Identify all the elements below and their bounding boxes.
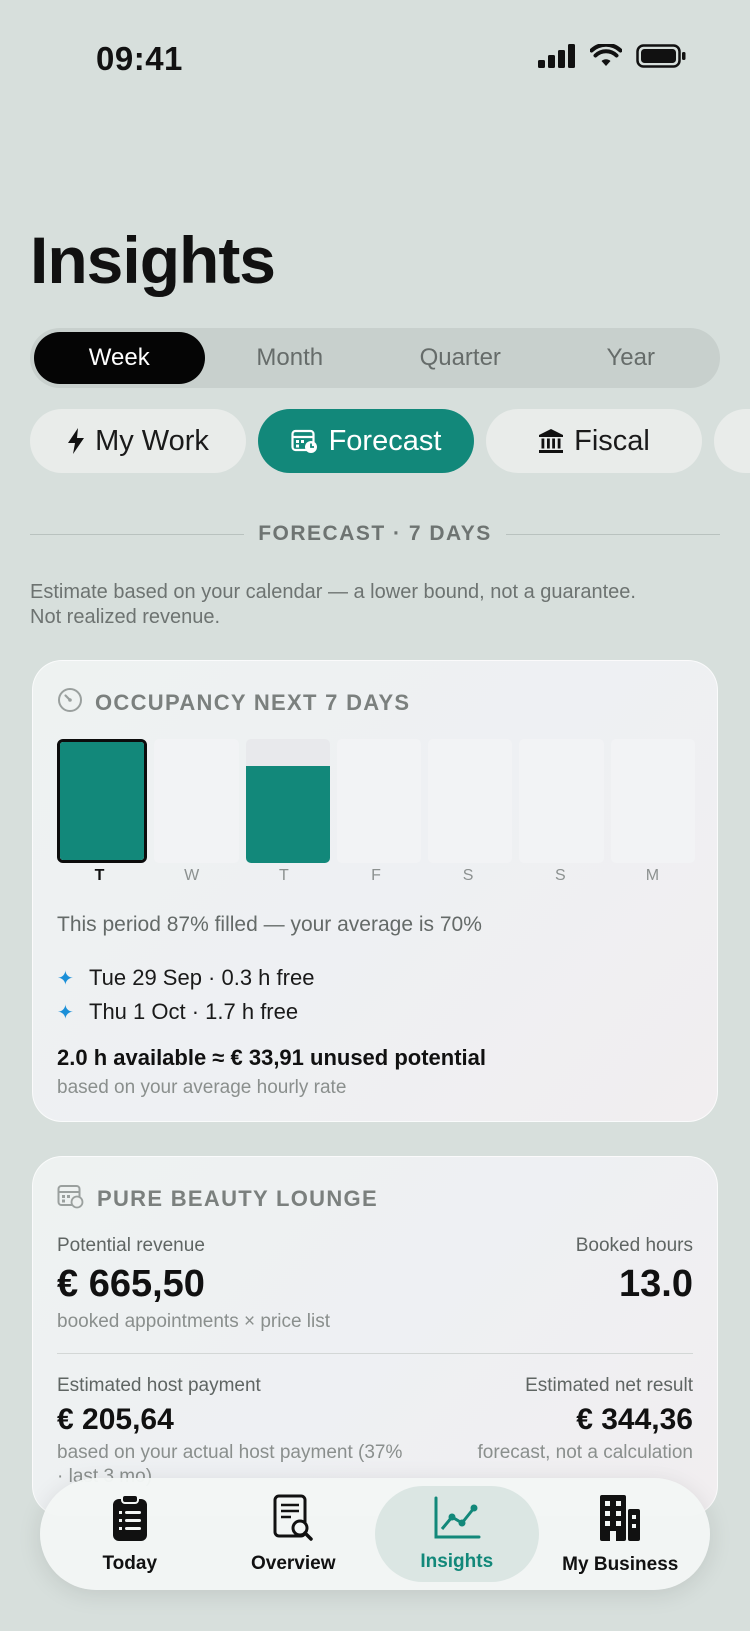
booked-hours-metric: Booked hours 13.0 (576, 1235, 693, 1306)
period-segmented-control: Week Month Quarter Year (30, 328, 720, 388)
disclaimer-line: Estimate based on your calendar — a lowe… (30, 581, 636, 603)
forecast-disclaimer: Estimate based on your calendar — a lowe… (30, 580, 730, 630)
card-title: PURE BEAUTY LOUNGE (97, 1185, 378, 1211)
section-header: FORECAST · 7 DAYS (30, 522, 720, 546)
document-search-icon (272, 1494, 314, 1547)
free-slot-text: Tue 29 Sep · 0.3 h free (89, 965, 315, 990)
metric-value: € 344,36 (576, 1403, 693, 1436)
occupancy-day-labels: TWTFSSM (57, 867, 695, 885)
occupancy-bars (57, 739, 695, 863)
card-title: OCCUPANCY NEXT 7 DAYS (95, 689, 411, 715)
page-title: Insights (30, 223, 276, 297)
metric-note: forecast, not a calculation (477, 1442, 693, 1463)
occupancy-bar-fill (60, 742, 145, 860)
occupancy-bar-day[interactable] (336, 739, 422, 863)
occupancy-bar-fill (245, 766, 330, 863)
occupancy-card: OCCUPANCY NEXT 7 DAYS T W T F S S M This perio… (32, 660, 718, 1122)
status-time: 09:41 (96, 40, 183, 77)
chip-label: Forecast (328, 424, 442, 457)
segment-week[interactable]: Week (34, 332, 205, 384)
occupancy-bar-day[interactable] (428, 739, 513, 863)
status-icons (538, 44, 686, 68)
metric-value: 13.0 (619, 1263, 693, 1305)
free-slots-list: ✦ Tue 29 Sep · 0.3 h free ✦ Thu 1 Oct · … (57, 961, 314, 1029)
net-result-metric: Estimated net result € 344,36 forecast, … (478, 1375, 693, 1465)
calendar-grid-icon (57, 1183, 85, 1214)
sparkle-icon: ✦ (57, 1001, 74, 1024)
occupancy-bar-day[interactable] (519, 739, 604, 863)
occupancy-bar-day[interactable] (610, 739, 695, 863)
chip-more-partial[interactable] (714, 409, 750, 473)
tab-overview[interactable]: Overview (212, 1486, 376, 1582)
period-fill-text: This period 87% filled — your average is… (57, 913, 482, 936)
bar-day-label: W (184, 867, 200, 884)
status-bar: 09:41 (0, 0, 750, 120)
bar-day-label: M (645, 867, 660, 884)
divider (30, 533, 245, 535)
chip-my-work[interactable]: My Work (30, 409, 246, 473)
tab-label: My Business (562, 1553, 679, 1575)
business-card: PURE BEAUTY LOUNGE Potential revenue € 6… (32, 1156, 718, 1516)
chip-label: My Work (95, 424, 209, 457)
bank-icon (538, 428, 564, 454)
metric-value: € 665,50 (57, 1263, 205, 1305)
metric-label: Booked hours (575, 1235, 693, 1256)
potential-revenue-metric: Potential revenue € 665,50 booked appoin… (57, 1235, 330, 1334)
sparkle-icon: ✦ (57, 967, 74, 990)
available-potential-note: based on your average hourly rate (57, 1077, 347, 1098)
bar-day-label: S (554, 867, 566, 884)
free-slot-text: Thu 1 Oct · 1.7 h free (89, 999, 299, 1024)
occupancy-bar-day[interactable] (245, 739, 330, 863)
battery-icon (636, 44, 686, 68)
metric-note: booked appointments × price list (57, 1311, 331, 1332)
signal-icon (538, 44, 575, 68)
available-potential: 2.0 h available ≈ € 33,91 unused potenti… (57, 1045, 487, 1070)
view-chips: My Work Forecast Fiscal (30, 409, 750, 473)
calendar-clock-icon (290, 428, 319, 454)
tab-bar: Today Overview Insights My Business (40, 1478, 710, 1590)
bolt-icon (67, 428, 85, 454)
card-header: PURE BEAUTY LOUNGE (57, 1183, 378, 1214)
metric-label: Estimated net result (525, 1375, 693, 1396)
segment-quarter[interactable]: Quarter (375, 332, 546, 384)
line-chart-icon (433, 1496, 481, 1545)
chip-label: Fiscal (574, 424, 650, 457)
chip-fiscal[interactable]: Fiscal (486, 409, 702, 473)
metric-value: € 205,64 (57, 1403, 174, 1436)
building-icon (598, 1493, 642, 1548)
segment-month[interactable]: Month (205, 332, 376, 384)
tab-today[interactable]: Today (48, 1486, 212, 1582)
bar-day-label: T (94, 867, 105, 884)
bar-day-label: T (278, 867, 289, 884)
divider (505, 533, 720, 535)
free-slot-item[interactable]: ✦ Thu 1 Oct · 1.7 h free (57, 995, 314, 1029)
occupancy-bar-day[interactable] (154, 739, 239, 863)
occupancy-bar-day[interactable] (57, 739, 148, 863)
tab-insights[interactable]: Insights (375, 1486, 539, 1582)
clipboard-list-icon (111, 1493, 149, 1547)
free-slot-item[interactable]: ✦ Tue 29 Sep · 0.3 h free (57, 961, 314, 995)
tab-label: Today (102, 1552, 158, 1574)
bar-day-label: F (371, 867, 381, 884)
tab-label: Insights (420, 1550, 494, 1572)
host-payment-metric: Estimated host payment € 205,64 based on… (57, 1375, 407, 1489)
gauge-icon (57, 687, 83, 718)
bar-day-label: S (462, 867, 474, 884)
segment-year[interactable]: Year (546, 332, 717, 384)
wifi-icon (590, 44, 622, 66)
tab-my-business[interactable]: My Business (539, 1486, 703, 1582)
metric-label: Estimated host payment (57, 1375, 261, 1396)
chip-forecast[interactable]: Forecast (258, 409, 474, 473)
tab-label: Overview (251, 1552, 336, 1574)
section-title: FORECAST · 7 DAYS (258, 522, 492, 545)
card-header: OCCUPANCY NEXT 7 DAYS (57, 687, 410, 718)
disclaimer-line: Not realized revenue. (30, 606, 221, 628)
metric-label: Potential revenue (57, 1235, 205, 1256)
divider (57, 1353, 693, 1354)
